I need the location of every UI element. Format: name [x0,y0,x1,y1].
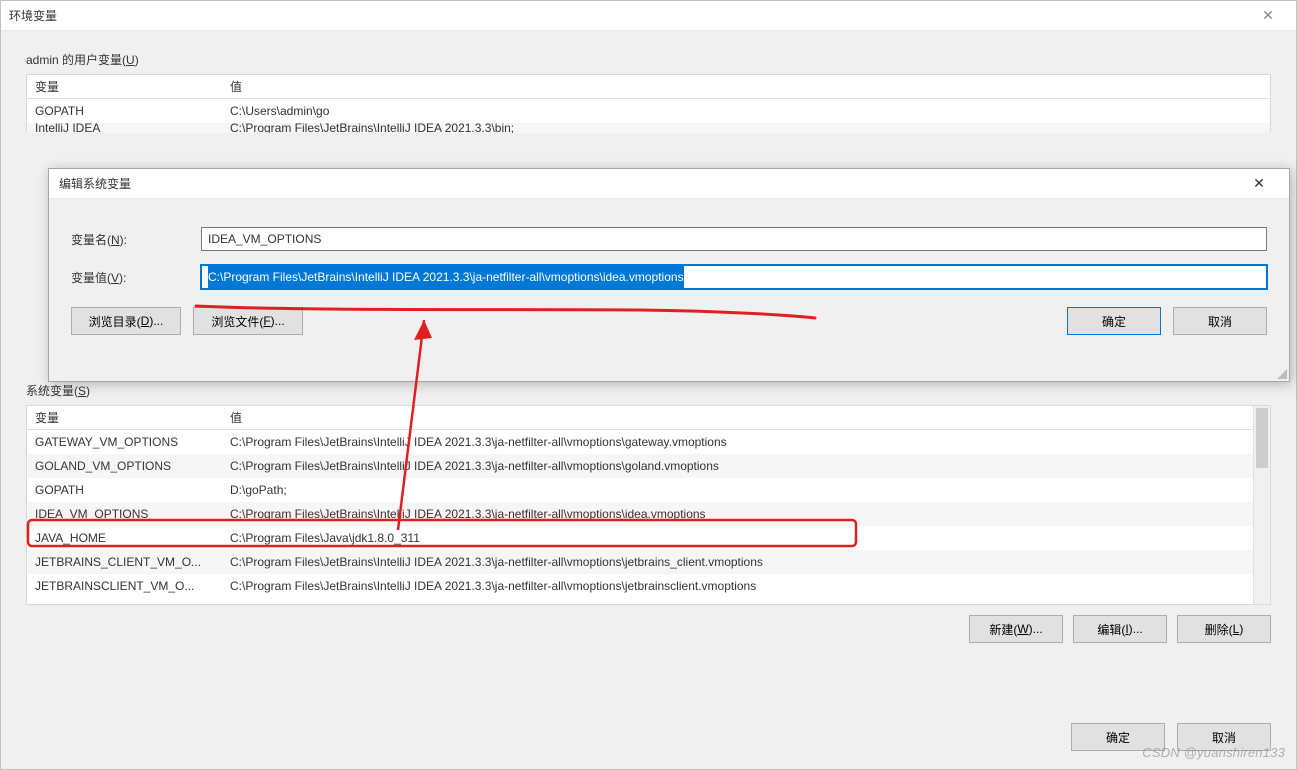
user-vars-label: admin 的用户变量(U) [1,31,1296,74]
col-var: 变量 [27,76,222,97]
table-row[interactable]: JETBRAINSCLIENT_VM_O...C:\Program Files\… [27,574,1253,598]
col-val: 值 [222,76,1270,97]
window-title: 环境变量 [9,7,57,24]
var-value-field[interactable]: C:\Program Files\JetBrains\IntelliJ IDEA… [201,265,1267,289]
table-header: 变量 值 [27,406,1253,430]
table-row[interactable]: JETBRAINS_CLIENT_VM_O...C:\Program Files… [27,550,1253,574]
table-row[interactable]: GOLAND_VM_OPTIONSC:\Program Files\JetBra… [27,454,1253,478]
close-icon[interactable]: ✕ [1239,170,1279,198]
edit-sysvar-dialog: 编辑系统变量 ✕ 变量名(N): IDEA_VM_OPTIONS 变量值(V):… [48,168,1290,382]
dialog-title: 编辑系统变量 [59,175,131,192]
env-vars-window: 环境变量 ✕ admin 的用户变量(U) 变量 值 GOPATH C:\Use… [0,0,1297,770]
table-row[interactable]: JAVA_HOMEC:\Program Files\Java\jdk1.8.0_… [27,526,1253,550]
browse-dir-button[interactable]: 浏览目录(D)... [71,307,181,335]
ok-button[interactable]: 确定 [1067,307,1161,335]
sys-vars-buttons: 新建(W)... 编辑(I)... 删除(L) [1,605,1296,643]
delete-button[interactable]: 删除(L) [1177,615,1271,643]
user-vars-table[interactable]: 变量 值 GOPATH C:\Users\admin\go IntelliJ I… [26,74,1271,132]
table-row[interactable]: GOPATH C:\Users\admin\go [27,99,1270,123]
var-value-label: 变量值(V): [71,269,191,286]
table-row[interactable]: IDEA_VM_OPTIONSC:\Program Files\JetBrain… [27,502,1253,526]
var-name-field[interactable]: IDEA_VM_OPTIONS [201,227,1267,251]
edit-form: 变量名(N): IDEA_VM_OPTIONS 变量值(V): C:\Progr… [49,199,1289,289]
col-var: 变量 [27,407,222,428]
scrollbar[interactable] [1253,406,1270,604]
edit-button[interactable]: 编辑(I)... [1073,615,1167,643]
table-row[interactable]: GOPATHD:\goPath; [27,478,1253,502]
table-row[interactable]: GATEWAY_VM_OPTIONSC:\Program Files\JetBr… [27,430,1253,454]
cancel-button[interactable]: 取消 [1173,307,1267,335]
table-header: 变量 值 [27,75,1270,99]
new-button[interactable]: 新建(W)... [969,615,1063,643]
table-row[interactable]: IntelliJ IDEA C:\Program Files\JetBrains… [27,123,1270,133]
var-name-label: 变量名(N): [71,231,191,248]
dialog-buttons: 浏览目录(D)... 浏览文件(F)... 确定 取消 [49,289,1289,335]
sys-vars-table[interactable]: 变量 值 GATEWAY_VM_OPTIONSC:\Program Files\… [26,405,1271,605]
scroll-thumb[interactable] [1256,408,1268,468]
dialog-title-bar: 编辑系统变量 ✕ [49,169,1289,199]
browse-file-button[interactable]: 浏览文件(F)... [193,307,303,335]
watermark: CSDN @yuanshiren133 [1142,745,1285,760]
main-title-bar: 环境变量 ✕ [1,1,1296,31]
col-val: 值 [222,407,1253,428]
close-icon[interactable]: ✕ [1248,2,1288,30]
